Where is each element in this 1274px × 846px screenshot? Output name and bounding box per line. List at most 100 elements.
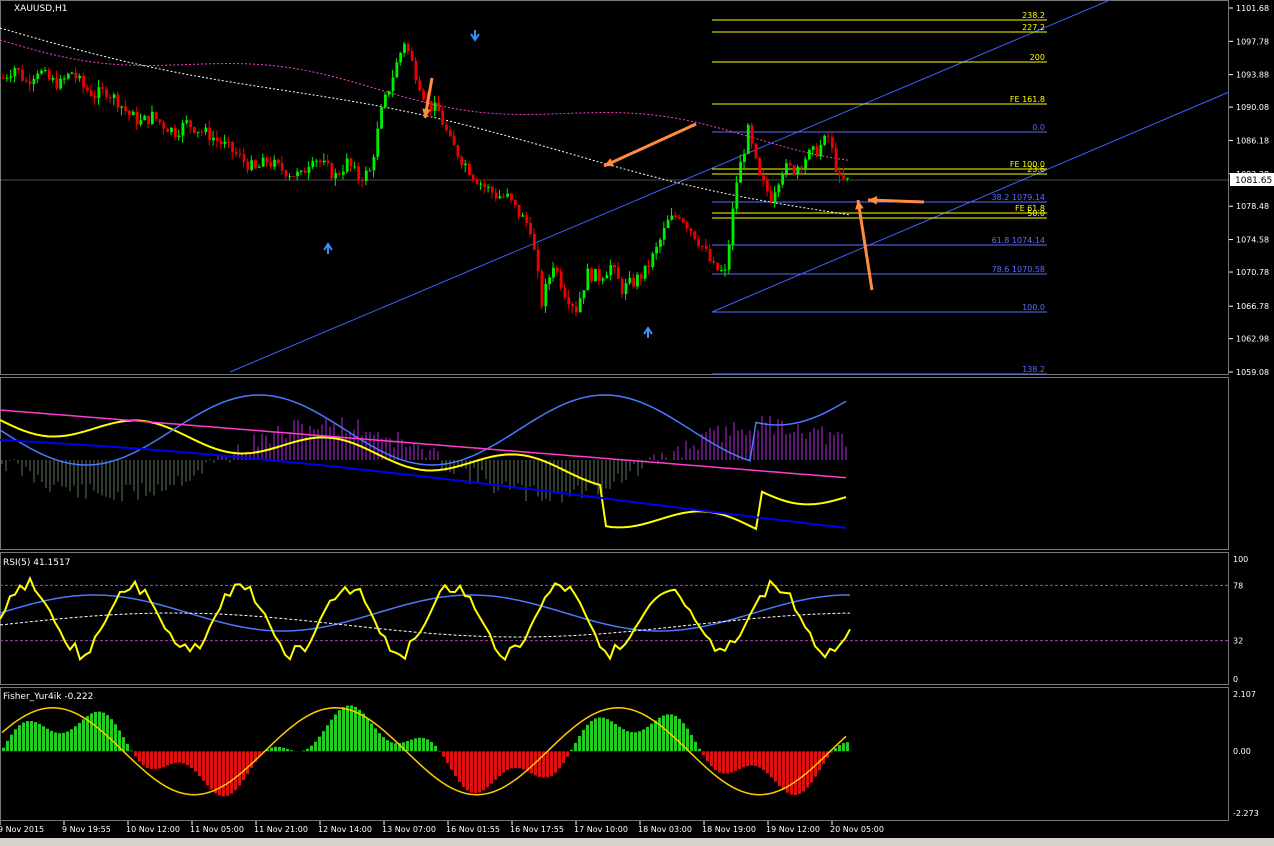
fisher-bar (766, 751, 769, 774)
candle-body (785, 163, 788, 174)
candle-body (349, 158, 353, 167)
time-tick-label: 11 Nov 21:00 (254, 825, 308, 834)
candle-body (418, 80, 422, 91)
rsi-tick-label: 78 (1233, 581, 1243, 590)
fisher-bar (802, 751, 805, 792)
candle-body (632, 277, 636, 287)
fisher-bar (94, 711, 97, 752)
rsi-tick-label: 32 (1233, 637, 1243, 646)
fisher-bar (50, 730, 53, 752)
candle-body (9, 76, 13, 78)
candle-body (357, 166, 361, 181)
fractal-marker (323, 242, 333, 254)
fisher-bar (74, 726, 77, 752)
candle-body (735, 182, 739, 209)
fisher-bar (142, 751, 145, 766)
candle-body (288, 176, 292, 178)
oscillator-series-line (0, 409, 847, 479)
candle-body (456, 145, 460, 157)
fib-level-label: 200 (1030, 53, 1045, 62)
candle-body (502, 196, 506, 198)
fisher-bar (270, 747, 273, 752)
fisher-bar (654, 720, 657, 752)
fisher-bar (750, 751, 753, 766)
candle-body (636, 274, 639, 287)
rsi-tick-label: 0 (1233, 675, 1238, 684)
candle-body (487, 186, 490, 188)
candle-body (483, 183, 487, 187)
candle-body (242, 154, 246, 162)
candle-body (154, 111, 158, 120)
fisher-bar (146, 751, 149, 768)
candle-body (819, 144, 823, 157)
fisher-bar (78, 722, 81, 752)
fisher-bar (378, 733, 381, 752)
fisher-bar (778, 751, 781, 786)
candle-body (24, 80, 28, 82)
candle-body (410, 51, 414, 61)
candle-body (494, 192, 498, 199)
fisher-bar (646, 726, 649, 752)
candle-body (303, 170, 307, 173)
candle-body (479, 183, 483, 185)
candle-body (177, 135, 181, 138)
fib-expansion-label: FE 100.0 (1010, 160, 1045, 169)
fisher-bar (326, 725, 329, 752)
trading-chart[interactable]: 238.2227.22000.023.638.2 1079.1450.061.8… (0, 0, 1274, 846)
price-tick-label: 1059.08 (1236, 368, 1269, 377)
candle-body (678, 217, 681, 219)
fisher-bar (770, 751, 773, 778)
candle-body (613, 265, 616, 268)
fisher-bar (170, 751, 173, 764)
fisher-bar (242, 751, 245, 781)
fisher-bar (222, 751, 225, 797)
candle-body (655, 246, 659, 254)
rsi-panel (0, 552, 1229, 685)
candle-body (406, 43, 410, 52)
candle-body (59, 78, 63, 89)
candle-body (44, 70, 47, 72)
candle-body (762, 175, 765, 181)
fisher-bar (10, 734, 13, 752)
fisher-bar (122, 737, 125, 752)
fisher-bar (190, 751, 193, 768)
fisher-bar (154, 751, 157, 770)
fisher-bar (642, 729, 645, 752)
candle-body (315, 160, 319, 162)
fisher-bar (842, 743, 845, 752)
fisher-bar (374, 728, 377, 752)
fisher-bar (18, 725, 21, 752)
fisher-bar (450, 751, 453, 770)
time-tick-label: 19 Nov 12:00 (766, 825, 820, 834)
fisher-bar (674, 715, 677, 752)
rsi-plot (0, 575, 1229, 662)
candle-body (166, 128, 170, 133)
moving-average-fast (0, 27, 851, 216)
fisher-bar (406, 740, 409, 752)
candle-body (639, 274, 643, 279)
fisher-bar (54, 732, 57, 752)
annotation-arrowhead (868, 195, 878, 205)
fisher-bar (334, 714, 337, 752)
price-axis: 1101.681097.781093.881090.081086.181082.… (1229, 4, 1269, 818)
tab-strip (0, 838, 1274, 846)
fisher-bar (710, 751, 713, 767)
candle-body (525, 215, 529, 223)
price-tick-label: 1090.08 (1236, 103, 1269, 112)
candle-body (571, 303, 574, 307)
candle-body (693, 231, 697, 240)
candle-body (712, 261, 716, 263)
candle-body (86, 87, 89, 91)
fisher-bar (846, 742, 849, 752)
fisher-bar (414, 738, 417, 752)
fisher-bar (66, 731, 69, 752)
candle-body (464, 163, 468, 166)
candle-body (158, 119, 162, 123)
candle-body (605, 275, 609, 279)
current-price-label: 1081.65 (1235, 176, 1272, 186)
candle-body (529, 222, 532, 235)
fisher-bar (782, 751, 785, 790)
candle-body (338, 173, 341, 175)
candle-body (277, 159, 280, 164)
candle-body (204, 127, 208, 132)
